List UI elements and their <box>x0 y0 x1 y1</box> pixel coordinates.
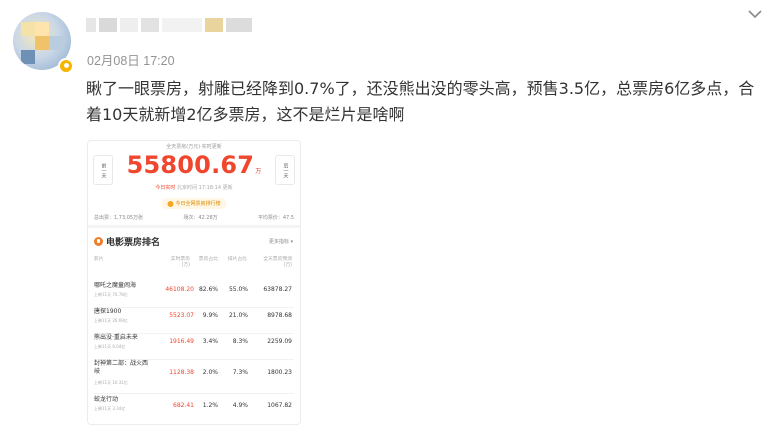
avatar-pixel <box>35 22 49 36</box>
avatar-pixel <box>21 50 35 64</box>
table-row: 封神第二部：战火西岐 上映11天 10.31亿 1128.38 2.0% 7.3… <box>88 360 300 394</box>
movie-sub: 上映11天 6.04亿 <box>94 344 126 349</box>
blur-block <box>99 18 117 32</box>
movie-name: 唐探1900 <box>94 308 122 315</box>
gross-cell: 682.41 <box>173 402 194 409</box>
avatar-pixel <box>49 36 63 50</box>
update-line: 今日实时 北京时间 17:18:14 更新 <box>88 184 300 191</box>
col-screens: 排片占比 <box>227 257 247 262</box>
forecast-cell: 1067.82 <box>267 402 292 409</box>
blur-block <box>120 18 138 32</box>
updated-label: 北京时间 17:18:14 更新 <box>176 185 233 191</box>
share-cell: 1.2% <box>202 402 218 409</box>
realtime-label: 今日实时 <box>155 185 176 191</box>
movie-sub: 上映11天 3.34亿 <box>94 406 126 411</box>
section-title: 电影票房排名 <box>106 238 161 248</box>
chevron-down-icon[interactable] <box>747 8 763 20</box>
section-divider <box>88 225 300 228</box>
movie-sub: 上映11天 10.31亿 <box>94 380 128 385</box>
total-value: 55800.67 <box>126 151 255 179</box>
stat-showings: 场次：42.28万 <box>183 215 218 221</box>
screens-cell: 7.3% <box>232 369 248 376</box>
table-row: 哪吒之魔童闹海 上映11天 70.78亿 46108.20 82.6% 55.0… <box>88 282 300 308</box>
movie-sub: 上映11天 26.69亿 <box>94 318 128 323</box>
section-header: 电影票房排名 <box>94 235 160 248</box>
screens-cell: 4.9% <box>232 402 248 409</box>
forecast-cell: 1800.23 <box>267 369 292 376</box>
col-share: 票房占比 <box>198 257 218 262</box>
post-timestamp[interactable]: 02月08日 17:20 <box>87 50 175 69</box>
gross-cell: 1916.49 <box>169 338 194 345</box>
movie-sub: 上映11天 70.78亿 <box>94 292 128 297</box>
forecast-cell: 63878.27 <box>263 286 292 293</box>
movie-name: 蛟龙行动 <box>94 396 119 403</box>
gross-cell: 46108.20 <box>165 286 194 293</box>
table-row: 蛟龙行动 上映11天 3.34亿 682.41 1.2% 4.9% 1067.8… <box>88 396 300 422</box>
gross-cell: 5523.07 <box>169 312 194 319</box>
share-cell: 82.6% <box>198 286 218 293</box>
col-gross: 实时票房(万) <box>170 257 190 268</box>
verified-badge-icon <box>58 58 74 74</box>
movie-name: 熊出没·重启未来 <box>94 334 138 341</box>
trophy-icon <box>167 200 174 207</box>
share-cell: 9.9% <box>202 312 218 319</box>
share-cell: 2.0% <box>202 369 218 376</box>
col-movie: 影片 <box>94 257 104 262</box>
total-box-office: 55800.67万 <box>88 151 300 179</box>
forecast-cell: 2259.09 <box>267 338 292 345</box>
forecast-cell: 8978.68 <box>267 312 292 319</box>
user-name-blurred[interactable] <box>86 14 252 36</box>
stat-avg-price: 平均票价：47.5 <box>257 215 294 221</box>
post-text: 瞅了一眼票房，射雕已经降到0.7%了，还没熊出没的零头高，预售3.5亿，总票房6… <box>86 79 755 124</box>
table-row: 唐探1900 上映11天 26.69亿 5523.07 9.9% 21.0% 8… <box>88 308 300 334</box>
film-icon <box>94 237 103 246</box>
screens-cell: 55.0% <box>228 286 248 293</box>
movie-name: 封神第二部：战火西岐 <box>94 360 149 375</box>
avatar-pixel <box>35 36 49 50</box>
col-forecast: 全天票房预测(万) <box>263 257 292 268</box>
screens-cell: 8.3% <box>232 338 248 345</box>
stats-row: 总出票：1,73,05万张 场次：42.28万 平均票价：47.5 <box>94 214 294 221</box>
share-cell: 3.4% <box>202 338 218 345</box>
stat-tickets: 总出票：1,73,05万张 <box>94 215 144 221</box>
row-divider <box>94 393 294 394</box>
total-unit: 万 <box>255 168 262 175</box>
blur-block <box>205 18 223 32</box>
more-metrics: 更多指标 ▾ <box>268 239 293 245</box>
blur-block <box>141 18 159 32</box>
movie-name: 哪吒之魔童闹海 <box>94 282 137 289</box>
blur-block <box>162 18 202 32</box>
blur-block <box>86 18 96 32</box>
ranking-pill: 今日全网票房排行榜 <box>161 198 227 209</box>
table-row: 熊出没·重启未来 上映11天 6.04亿 1916.49 3.4% 8.3% 2… <box>88 334 300 360</box>
top-note: 全天票房(万元)·实时更新 <box>166 144 222 150</box>
box-office-screenshot[interactable]: 全天票房(万元)·实时更新 前一天 后一天 55800.67万 今日实时 北京时… <box>87 140 301 425</box>
screens-cell: 21.0% <box>228 312 248 319</box>
avatar-pixel <box>21 22 35 36</box>
pill-label: 今日全网票房排行榜 <box>175 201 221 207</box>
gross-cell: 1128.38 <box>169 369 194 376</box>
blur-block <box>226 18 252 32</box>
